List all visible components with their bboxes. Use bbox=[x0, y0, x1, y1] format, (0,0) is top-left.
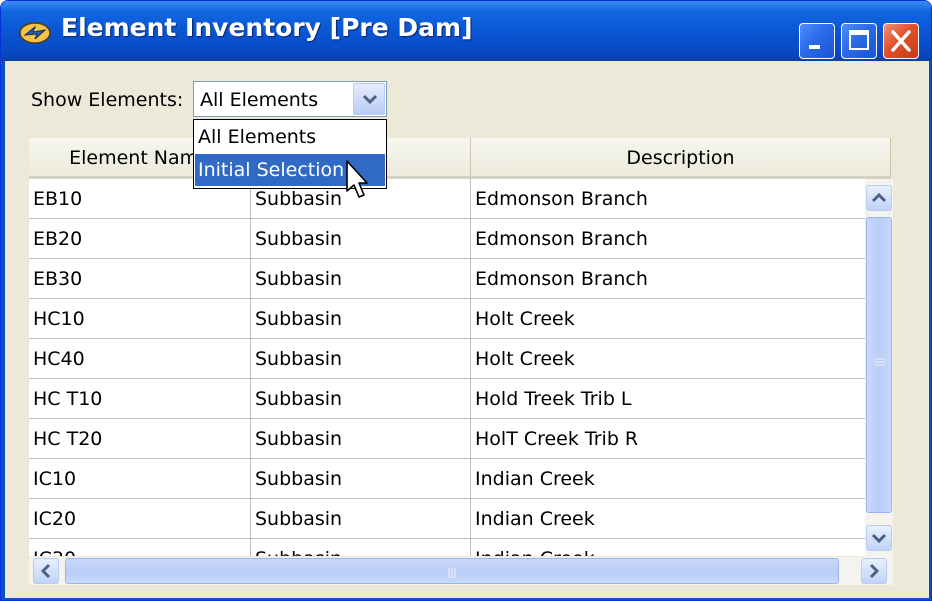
arrow-up-icon bbox=[871, 192, 887, 203]
cell-element-name: HC40 bbox=[29, 339, 251, 379]
show-elements-label: Show Elements: bbox=[31, 89, 184, 111]
combobox-dropdown-button[interactable] bbox=[353, 83, 385, 115]
cell-description: HolT Creek Trib R bbox=[471, 419, 891, 459]
cell-element-name: EB30 bbox=[29, 259, 251, 299]
cell-element-name: IC20 bbox=[29, 499, 251, 539]
close-button[interactable] bbox=[883, 23, 919, 59]
cell-element-name: HC10 bbox=[29, 299, 251, 339]
table-row[interactable]: IC10 Subbasin Indian Creek bbox=[29, 459, 891, 499]
minimize-button[interactable] bbox=[799, 23, 835, 59]
scroll-left-button[interactable] bbox=[33, 558, 59, 584]
table-row[interactable]: IC20 Subbasin Indian Creek bbox=[29, 499, 891, 539]
cell-type: Subbasin bbox=[251, 379, 471, 419]
chevron-down-icon bbox=[362, 94, 378, 105]
table-row[interactable]: EB20 Subbasin Edmonson Branch bbox=[29, 219, 891, 259]
cell-element-name: EB20 bbox=[29, 219, 251, 259]
grip-icon bbox=[875, 358, 885, 366]
minimize-icon bbox=[809, 45, 820, 49]
show-elements-combobox[interactable]: All Elements bbox=[193, 81, 387, 117]
cell-type: Subbasin bbox=[251, 259, 471, 299]
maximize-button[interactable] bbox=[841, 23, 877, 59]
cell-element-name: IC10 bbox=[29, 459, 251, 499]
title-bar[interactable]: Element Inventory [Pre Dam] bbox=[1, 1, 931, 61]
table-row[interactable]: EB10 Subbasin Edmonson Branch bbox=[29, 179, 891, 219]
cell-description: Edmonson Branch bbox=[471, 259, 891, 299]
table-body: EB10 Subbasin Edmonson Branch EB20 Subbasin… bbox=[29, 179, 891, 556]
cell-element-name: IC30 bbox=[29, 539, 251, 556]
arrow-down-icon bbox=[871, 533, 887, 544]
cell-description: Holt Creek bbox=[471, 299, 891, 339]
cell-element-name: HC T10 bbox=[29, 379, 251, 419]
element-inventory-window: Element Inventory [Pre Dam] Show Element… bbox=[0, 0, 932, 601]
table-row[interactable]: HC40 Subbasin Holt Creek bbox=[29, 339, 891, 379]
mouse-pointer-icon bbox=[346, 160, 368, 198]
arrow-right-icon bbox=[869, 563, 880, 579]
column-header-description[interactable]: Description bbox=[471, 138, 891, 179]
scroll-right-button[interactable] bbox=[861, 558, 887, 584]
cell-type: Subbasin bbox=[251, 339, 471, 379]
scroll-down-button[interactable] bbox=[866, 525, 892, 551]
maximize-icon bbox=[849, 30, 869, 50]
cell-type: Subbasin bbox=[251, 299, 471, 339]
cell-type: Subbasin bbox=[251, 219, 471, 259]
table-row[interactable]: EB30 Subbasin Edmonson Branch bbox=[29, 259, 891, 299]
cell-type: Subbasin bbox=[251, 539, 471, 556]
cell-description: Hold Treek Trib L bbox=[471, 379, 891, 419]
window-title: Element Inventory [Pre Dam] bbox=[61, 13, 473, 42]
cell-type: Subbasin bbox=[251, 419, 471, 459]
vertical-scroll-thumb[interactable] bbox=[866, 217, 892, 513]
table-row[interactable]: HC T10 Subbasin Hold Treek Trib L bbox=[29, 379, 891, 419]
dropdown-option-all-elements[interactable]: All Elements bbox=[195, 121, 385, 153]
element-table: Element Name Type Description EB10Subbas… bbox=[29, 138, 893, 586]
cell-type: Subbasin bbox=[251, 499, 471, 539]
cell-type: Subbasin bbox=[251, 459, 471, 499]
vertical-scrollbar[interactable] bbox=[865, 179, 893, 557]
horizontal-scrollbar[interactable] bbox=[29, 557, 893, 585]
table-row[interactable]: HC10 Subbasin Holt Creek bbox=[29, 299, 891, 339]
cell-description: Indian Creek bbox=[471, 499, 891, 539]
table-row[interactable]: IC30SubbasinIndian Creek bbox=[29, 539, 891, 556]
scroll-up-button[interactable] bbox=[866, 185, 892, 211]
horizontal-scroll-thumb[interactable] bbox=[65, 558, 839, 584]
cell-description: Edmonson Branch bbox=[471, 179, 891, 219]
arrow-left-icon bbox=[40, 563, 51, 579]
app-icon bbox=[19, 22, 51, 44]
table-header: Element Name Type Description bbox=[29, 138, 891, 179]
combobox-value: All Elements bbox=[200, 89, 319, 111]
cell-description: Edmonson Branch bbox=[471, 219, 891, 259]
cell-description: Holt Creek bbox=[471, 339, 891, 379]
close-icon bbox=[891, 30, 911, 52]
table-row[interactable]: HC T20 Subbasin HolT Creek Trib R bbox=[29, 419, 891, 459]
cell-description: Indian Creek bbox=[471, 539, 891, 556]
grip-icon bbox=[448, 568, 456, 578]
cell-element-name: HC T20 bbox=[29, 419, 251, 459]
cell-description: Indian Creek bbox=[471, 459, 891, 499]
